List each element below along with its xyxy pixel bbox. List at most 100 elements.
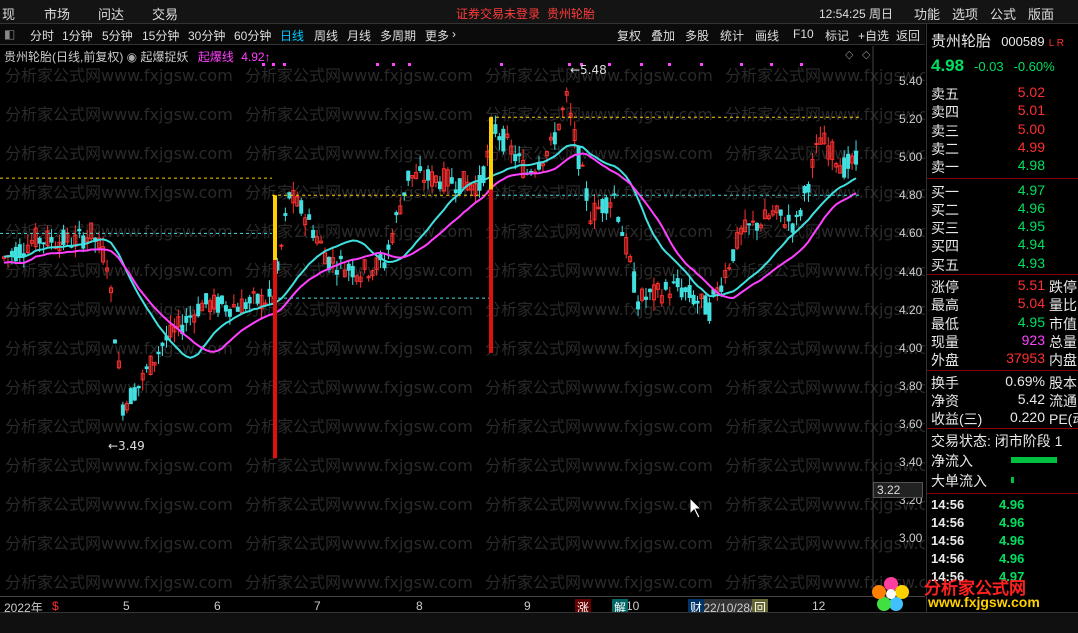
tool-back[interactable]: 返回 — [896, 27, 920, 44]
alert-stock[interactable]: 贵州轮胎 — [547, 5, 595, 22]
y-tick: 4.40 — [899, 264, 923, 279]
period-intraday[interactable]: 分时 — [30, 27, 54, 44]
candle-body — [806, 183, 811, 193]
row-label: 卖三 — [931, 122, 959, 139]
diamond-icon[interactable]: ◇ — [845, 49, 854, 61]
fund-row: 换手 0.69% 股本 — [931, 373, 1078, 391]
watermark-text: 分析家公式网www.fxjgsw.com — [5, 183, 233, 202]
period-more[interactable]: 更多 — [425, 27, 449, 44]
kline-chart[interactable]: 分析家公式网www.fxjgsw.com 分析家公式网www.fxjgsw.com… — [0, 46, 925, 596]
collapse-icon[interactable]: ◧ — [4, 27, 15, 41]
tool-multi-stock[interactable]: 多股 — [685, 27, 709, 44]
tool-mark[interactable]: 标记 — [825, 27, 849, 44]
site-logo: 分析家公式网 www.fxjgsw.com — [866, 572, 1078, 612]
row-right-label: 流通 — [1049, 392, 1077, 409]
watermark-text: 分析家公式网www.fxjgsw.com — [5, 417, 233, 436]
kline-chart-area[interactable]: 分析家公式网www.fxjgsw.com 分析家公式网www.fxjgsw.com… — [0, 46, 925, 612]
period-daily[interactable]: 日线 — [280, 27, 304, 44]
menu-trade[interactable]: 交易 — [152, 4, 178, 23]
y-tick: 3.00 — [899, 531, 923, 546]
y-tick: 5.20 — [899, 112, 923, 127]
period-weekly[interactable]: 周线 — [314, 27, 338, 44]
stat-row: 现量 923 总量 — [931, 332, 1078, 350]
low-annotation: ←3.49 — [108, 439, 145, 453]
flag-dividend[interactable]: $ — [50, 599, 61, 613]
candle-body — [219, 295, 224, 305]
tool-restore-rights[interactable]: 复权 — [617, 27, 641, 44]
candle-body — [136, 385, 141, 389]
watermark-text: 分析家公式网www.fxjgsw.com — [725, 378, 925, 397]
menu-formula[interactable]: 公式 — [990, 4, 1016, 23]
tick-time: 14:56 — [931, 551, 965, 567]
signal-column — [489, 202, 493, 353]
period-1min[interactable]: 1分钟 — [62, 27, 93, 44]
row-value: 4.95 — [1017, 313, 1045, 330]
tool-draw[interactable]: 画线 — [755, 27, 779, 44]
tool-overlay[interactable]: 叠加 — [651, 27, 675, 44]
candle-body — [663, 281, 668, 290]
clock: 12:54:25 周日 — [819, 7, 894, 21]
period-30min[interactable]: 30分钟 — [188, 27, 225, 44]
tick-row: 14:56 4.96 — [931, 497, 1078, 515]
menu-market[interactable]: 市场 — [44, 4, 70, 23]
candle-body — [513, 154, 518, 162]
period-multi[interactable]: 多周期 — [380, 27, 416, 44]
legend-indicator-value: 4.92 — [241, 50, 265, 64]
watermark-text: 分析家公式网www.fxjgsw.com — [245, 534, 473, 553]
watermark-text: 分析家公式网www.fxjgsw.com — [245, 417, 473, 436]
row-right-label: 内盘 — [1049, 352, 1077, 369]
indicator-dot — [640, 63, 643, 66]
fund-row: 收益(三) 0.220PE(动 — [931, 409, 1078, 427]
watermark-text: 分析家公式网www.fxjgsw.com — [5, 261, 233, 280]
chevron-right-icon[interactable]: › — [452, 27, 456, 41]
row-label: 外盘 — [931, 352, 959, 369]
indicator-dot — [392, 63, 395, 66]
candle-body — [802, 186, 807, 194]
menu-wenda[interactable]: 问达 — [98, 4, 124, 23]
candle-body — [632, 271, 637, 293]
last-price: 4.98 — [931, 56, 965, 75]
menu-function[interactable]: 功能 — [914, 4, 940, 23]
y-tick: 5.40 — [899, 74, 923, 88]
period-15min[interactable]: 15分钟 — [142, 27, 179, 44]
indicator-toggle-icon[interactable]: ◉ — [127, 50, 141, 64]
watermark-text: 分析家公式网www.fxjgsw.com — [5, 573, 233, 592]
period-60min[interactable]: 60分钟 — [234, 27, 271, 44]
tick-price: 4.96 — [999, 497, 1025, 513]
candle-body — [307, 214, 312, 220]
tool-f10[interactable]: F10 — [793, 27, 814, 41]
legend-indicator-label: 起爆线 — [197, 50, 234, 64]
row-value: 923 — [1021, 331, 1045, 348]
period-monthly[interactable]: 月线 — [347, 27, 371, 44]
login-alert[interactable]: 证券交易未登录 — [456, 5, 540, 22]
row-value: 5.04 — [1017, 295, 1045, 312]
indicator-dot — [608, 63, 611, 66]
candle-body — [350, 265, 355, 278]
period-5min[interactable]: 5分钟 — [102, 27, 133, 44]
menu-discover[interactable]: 现 — [2, 4, 15, 23]
row-label: 收益(三) — [931, 411, 983, 428]
candle-body — [311, 229, 316, 238]
big-inflow: 大单流入 — [931, 471, 1078, 489]
candle-body — [382, 262, 387, 269]
menu-layout[interactable]: 版面 — [1028, 4, 1054, 23]
bid-row: 买三 4.95 — [931, 218, 1078, 236]
candle-body — [9, 250, 14, 256]
row-value: 4.98 — [1017, 157, 1045, 174]
row-value: 5.01 — [1017, 102, 1045, 119]
candle-body — [437, 181, 442, 190]
watermark-text: 分析家公式网www.fxjgsw.com — [725, 300, 925, 319]
diamond-icon[interactable]: ◇ — [862, 49, 871, 61]
candle-body — [17, 244, 22, 257]
tick-price: 4.96 — [999, 551, 1025, 567]
row-value: 4.93 — [1017, 254, 1045, 271]
menu-options[interactable]: 选项 — [952, 4, 978, 23]
row-value: 4.99 — [1017, 138, 1045, 155]
tool-add-favorite[interactable]: +自选 — [858, 27, 889, 44]
candle-body — [132, 387, 137, 401]
net-inflow: 净流入 — [931, 451, 1078, 469]
legend-indicator-name[interactable]: 起爆捉妖 — [140, 50, 188, 64]
tool-statistics[interactable]: 统计 — [720, 27, 744, 44]
code-tag: L R — [1048, 38, 1064, 49]
x-tick: 7 — [314, 599, 321, 613]
